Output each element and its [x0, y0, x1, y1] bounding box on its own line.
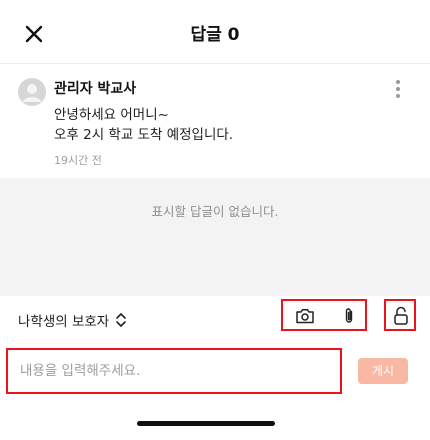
page-title: 답글 0 — [190, 25, 240, 45]
chevron-up-down-icon — [116, 313, 127, 327]
submit-reply-button[interactable]: 게시 — [358, 358, 408, 384]
author-select-label: 나학생의 보호자 — [18, 314, 110, 330]
composer-input-row: 게시 — [0, 344, 430, 400]
attachment-controls — [281, 299, 367, 331]
empty-replies-message: 표시할 답글이 없습니다. — [151, 204, 279, 219]
post-body-line: 오후 2시 학교 도착 예정입니다. — [54, 127, 234, 143]
camera-button[interactable] — [295, 308, 315, 328]
avatar — [18, 78, 46, 106]
composer-toolbar: 나학생의 보호자 — [0, 296, 430, 344]
reply-input-container — [6, 348, 342, 394]
camera-icon — [296, 309, 314, 324]
privacy-toggle-button[interactable] — [384, 299, 416, 331]
more-vertical-icon — [390, 80, 406, 98]
unlock-icon — [394, 306, 408, 325]
post-author: 관리자 박교사 — [54, 81, 137, 97]
home-indicator — [137, 421, 275, 426]
original-post: 관리자 박교사 안녕하세요 어머니~ 오후 2시 학교 도착 예정입니다. 19… — [0, 64, 430, 178]
author-select[interactable]: 나학생의 보호자 — [18, 310, 127, 330]
replies-list: 표시할 답글이 없습니다. — [0, 178, 430, 296]
more-options-button[interactable] — [390, 78, 406, 100]
post-timestamp: 19시간 전 — [54, 154, 102, 167]
header: 답글 0 — [0, 0, 430, 64]
paperclip-icon — [345, 308, 353, 323]
post-body-line: 안녕하세요 어머니~ — [54, 107, 169, 123]
user-avatar-icon — [18, 78, 46, 106]
attach-file-button[interactable] — [343, 307, 355, 329]
reply-input[interactable] — [8, 350, 340, 392]
